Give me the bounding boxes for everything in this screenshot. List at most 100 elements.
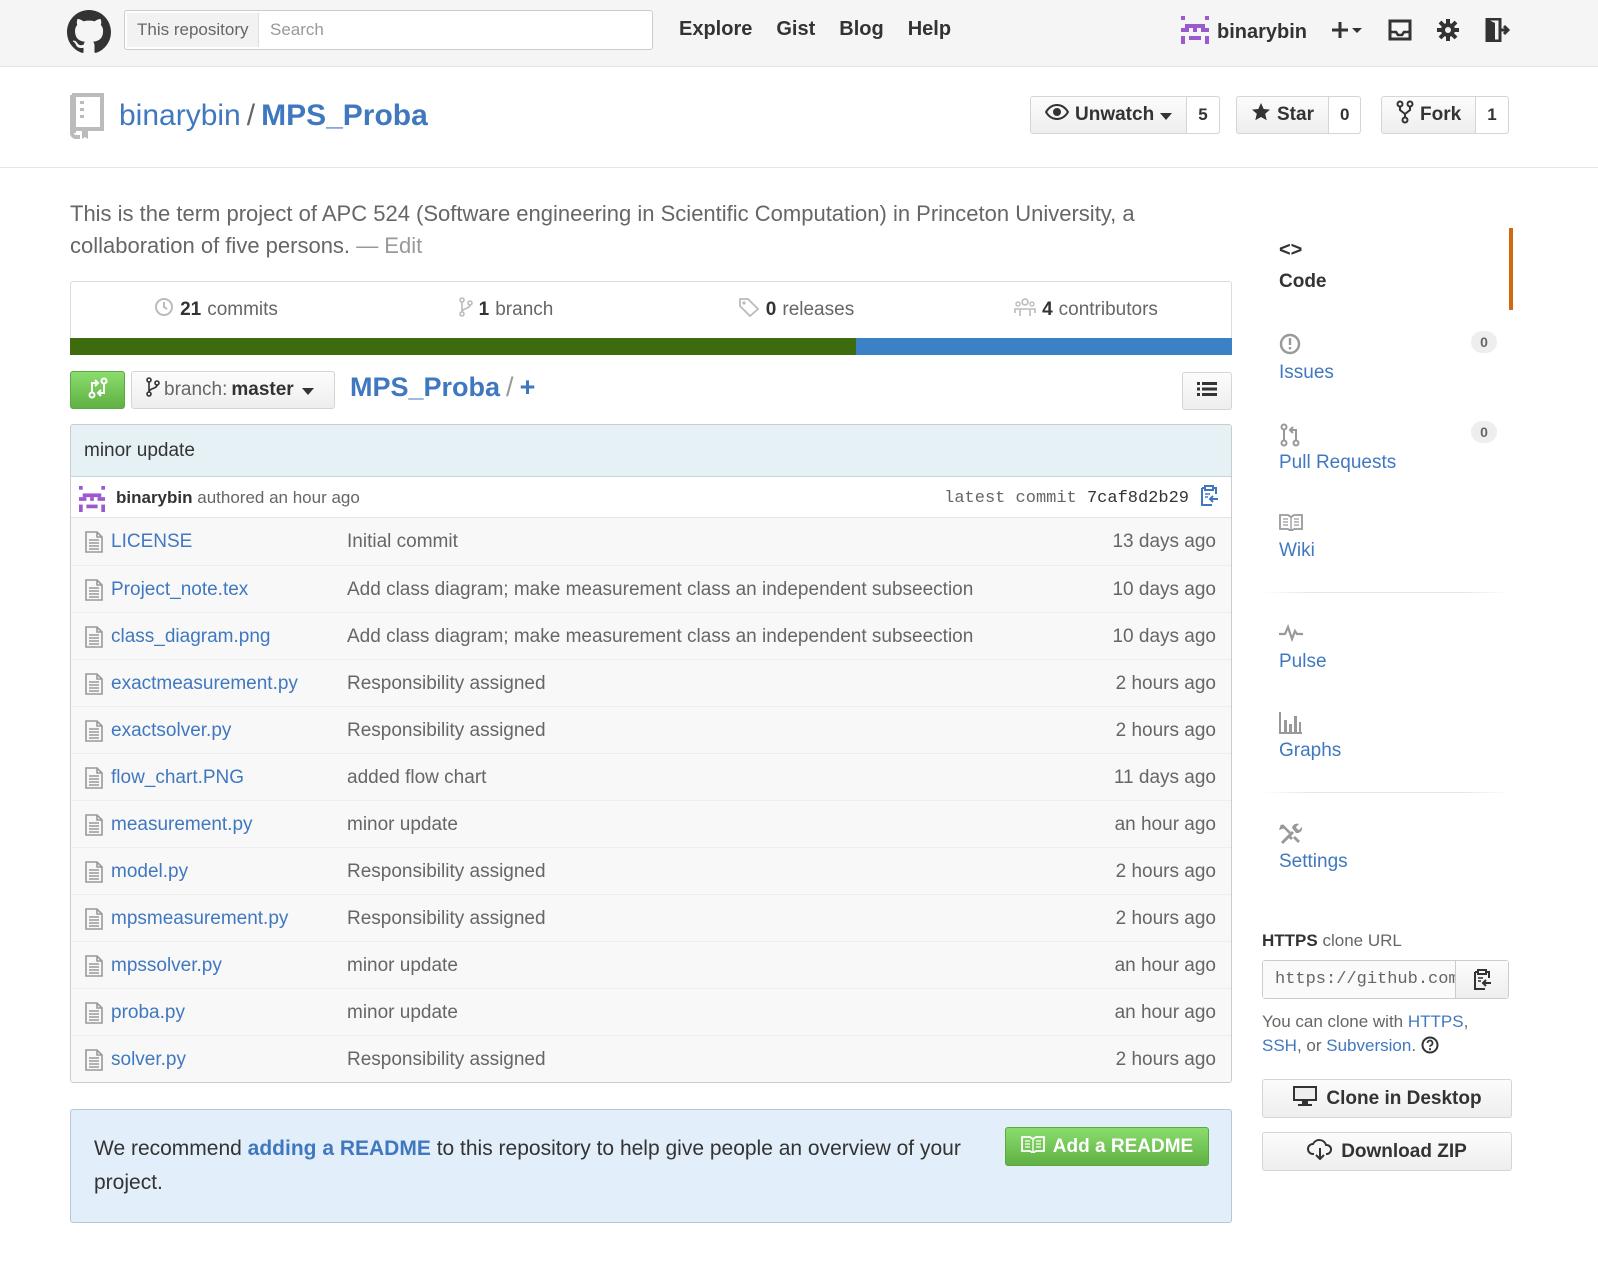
unwatch-button[interactable]: Unwatch xyxy=(1031,97,1188,133)
contributors-label: contributors xyxy=(1058,299,1158,320)
stargazers-count[interactable]: 0 xyxy=(1328,97,1361,133)
sidebar-item-settings[interactable]: Settings xyxy=(1262,818,1512,878)
avatar[interactable] xyxy=(79,486,105,517)
commits-stat[interactable]: 21 commits xyxy=(71,297,361,323)
question-icon[interactable] xyxy=(1421,1036,1439,1061)
star-label: Star xyxy=(1277,104,1314,125)
file-name-link[interactable]: model.py xyxy=(111,861,188,883)
forks-count[interactable]: 1 xyxy=(1476,97,1508,133)
plus-icon[interactable] xyxy=(1328,16,1364,44)
organization-icon xyxy=(1014,297,1036,323)
file-commit-message[interactable]: Responsibility assigned xyxy=(347,1049,546,1071)
file-commit-message[interactable]: added flow chart xyxy=(347,767,486,789)
branch-icon xyxy=(458,297,473,323)
breadcrumb-separator: / xyxy=(506,372,514,402)
nav-blog[interactable]: Blog xyxy=(839,18,883,41)
contributors-stat[interactable]: 4 contributors xyxy=(941,297,1231,323)
file-name-link[interactable]: Project_note.tex xyxy=(111,579,248,601)
new-file-button[interactable]: + xyxy=(520,372,536,402)
commit-author: binarybin authored an hour ago xyxy=(116,488,360,508)
add-readme-button[interactable]: Add a README xyxy=(1005,1127,1209,1166)
branches-stat[interactable]: 1 branch xyxy=(361,297,651,323)
language-bar-segment[interactable] xyxy=(70,338,856,355)
sidebar-item-pull-requests[interactable]: Pull Requests 0 xyxy=(1262,415,1512,490)
commit-sha-link[interactable]: 7caf8d2b29 xyxy=(1087,489,1189,508)
nav-explore[interactable]: Explore xyxy=(679,18,752,41)
sign-out-icon[interactable] xyxy=(1484,16,1512,44)
list-view-button[interactable] xyxy=(1182,372,1232,410)
clone-help-prefix: You can clone with xyxy=(1262,1012,1408,1031)
watchers-count[interactable]: 5 xyxy=(1187,97,1219,133)
clone-subversion-link[interactable]: Subversion xyxy=(1326,1036,1411,1055)
file-commit-message[interactable]: Responsibility assigned xyxy=(347,861,546,883)
adding-readme-link[interactable]: adding a README xyxy=(248,1137,431,1160)
compare-button[interactable] xyxy=(70,371,125,409)
sidebar-item-graphs[interactable]: Graphs xyxy=(1262,708,1512,768)
clone-ssh-link[interactable]: SSH xyxy=(1262,1036,1297,1055)
file-commit-message[interactable]: Responsibility assigned xyxy=(347,720,546,742)
search-scope-label[interactable]: This repository xyxy=(127,13,260,47)
language-bar-segment[interactable] xyxy=(855,338,1232,355)
inbox-icon[interactable] xyxy=(1386,16,1414,44)
file-age: an hour ago xyxy=(1114,1002,1216,1023)
file-list: LICENSE Initial commit 13 days ago Project_… xyxy=(71,518,1231,1082)
repo-name-link[interactable]: MPS_Proba xyxy=(261,99,428,132)
sidebar-item-wiki[interactable]: Wiki xyxy=(1262,505,1512,580)
branch-prefix: branch: xyxy=(164,379,228,400)
repo-owner-link[interactable]: binarybin xyxy=(119,99,241,132)
file-commit-message[interactable]: Initial commit xyxy=(347,531,458,553)
clipboard-icon[interactable] xyxy=(1199,485,1219,512)
language-bar[interactable] xyxy=(70,338,1232,355)
search-input[interactable] xyxy=(260,11,640,49)
file-name-link[interactable]: LICENSE xyxy=(111,531,192,553)
file-name-link[interactable]: exactmeasurement.py xyxy=(111,673,298,695)
file-commit-message[interactable]: minor update xyxy=(347,955,458,977)
repo-summary: 21 commits 1 branch 0 releases 4 contrib… xyxy=(70,281,1232,355)
file-commit-message[interactable]: minor update xyxy=(347,1002,458,1024)
file-row: model.py Responsibility assigned 2 hours a… xyxy=(71,847,1231,894)
readme-recommendation: We recommend adding a README to this rep… xyxy=(70,1109,1232,1223)
nav-help[interactable]: Help xyxy=(908,18,951,41)
releases-stat[interactable]: 0 releases xyxy=(651,297,941,323)
file-text-icon xyxy=(85,767,103,795)
file-text-icon xyxy=(85,626,103,654)
file-name-link[interactable]: class_diagram.png xyxy=(111,626,270,648)
file-name-link[interactable]: exactsolver.py xyxy=(111,720,231,742)
sidebar-item-issues[interactable]: Issues 0 xyxy=(1262,325,1512,400)
file-name-link[interactable]: mpsmeasurement.py xyxy=(111,908,288,930)
issue-opened-icon xyxy=(1279,333,1301,360)
latest-commit-message[interactable]: minor update xyxy=(71,425,1231,477)
star-button[interactable]: Star xyxy=(1237,97,1329,133)
gear-icon[interactable] xyxy=(1434,16,1462,44)
book-icon xyxy=(1020,1135,1045,1159)
github-logo-icon[interactable] xyxy=(67,10,111,54)
download-zip-button[interactable]: Download ZIP xyxy=(1262,1132,1512,1171)
file-age: an hour ago xyxy=(1114,814,1216,835)
sidebar-item-pulse[interactable]: Pulse xyxy=(1262,620,1512,680)
clone-url-input[interactable] xyxy=(1263,961,1456,998)
file-name-link[interactable]: solver.py xyxy=(111,1049,186,1071)
breadcrumb-repo-link[interactable]: MPS_Proba xyxy=(350,372,500,402)
nav-gist[interactable]: Gist xyxy=(776,18,815,41)
user-menu[interactable]: binarybin xyxy=(1181,16,1307,49)
file-commit-message[interactable]: Responsibility assigned xyxy=(347,673,546,695)
file-name-link[interactable]: proba.py xyxy=(111,1002,185,1024)
clone-https-link[interactable]: HTTPS xyxy=(1408,1012,1464,1031)
commit-author-name[interactable]: binarybin xyxy=(116,488,193,507)
file-name-link[interactable]: mpssolver.py xyxy=(111,955,222,977)
latest-commit-label: latest commit xyxy=(944,489,1077,508)
file-row: Project_note.tex Add class diagram; make … xyxy=(71,565,1231,612)
clipboard-icon[interactable] xyxy=(1456,961,1508,998)
file-commit-message[interactable]: minor update xyxy=(347,814,458,836)
file-name-link[interactable]: flow_chart.PNG xyxy=(111,767,244,789)
sidebar-item-code[interactable]: <> Code xyxy=(1262,228,1513,310)
file-name-link[interactable]: measurement.py xyxy=(111,814,253,836)
edit-description-link[interactable]: — Edit xyxy=(356,233,422,258)
clone-in-desktop-button[interactable]: Clone in Desktop xyxy=(1262,1079,1512,1118)
file-commit-message[interactable]: Responsibility assigned xyxy=(347,908,546,930)
fork-button[interactable]: Fork xyxy=(1382,97,1477,133)
file-commit-message[interactable]: Add class diagram; make measurement clas… xyxy=(347,626,973,648)
branch-select-button[interactable]: branch: master xyxy=(131,371,335,409)
commits-count: 21 xyxy=(180,299,202,320)
file-commit-message[interactable]: Add class diagram; make measurement clas… xyxy=(347,579,973,601)
